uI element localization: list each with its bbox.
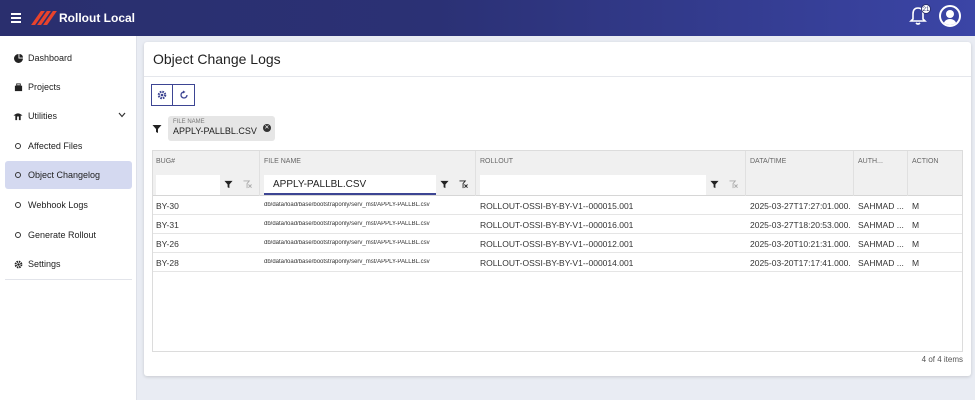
clear-filter-icon[interactable] [729, 180, 738, 189]
column-header-rollout[interactable]: ROLLOUT [480, 158, 513, 165]
cell-rollout: ROLLOUT-OSSI-BY-BY-V1--000014.001 [480, 258, 634, 268]
dashboard-icon [13, 53, 23, 63]
column-header-file-name[interactable]: FILE NAME [264, 158, 301, 165]
toolbar [151, 84, 195, 106]
circle-icon [13, 141, 23, 151]
cell-file-name: db/data/load/base/bootstraponly/serv_mst… [264, 240, 430, 246]
cell-file-name: db/data/load/base/bootstraponly/serv_mst… [264, 221, 430, 227]
changelog-grid: BUG# FILE NAME ROLLOUT DATA/TIME AUTH...… [152, 150, 963, 352]
column-header-author[interactable]: AUTH... [858, 158, 883, 165]
filter-chip-value: APPLY-PALLBL.CSV [173, 126, 257, 136]
notification-badge: 21 [921, 4, 931, 14]
sidebar-item-label: Settings [28, 259, 61, 269]
filter-icon [152, 124, 162, 133]
circle-icon [13, 200, 23, 210]
chevron-down-icon [118, 112, 126, 118]
page-title: Object Change Logs [153, 51, 281, 67]
cell-datetime: 2025-03-20T17:17:41.000... [750, 258, 851, 268]
cell-action: M [912, 239, 920, 249]
circle-icon [13, 230, 23, 240]
table-row[interactable]: BY-26 db/data/load/base/bootstraponly/se… [153, 234, 962, 253]
table-row[interactable]: BY-28 db/data/load/base/bootstraponly/se… [153, 253, 962, 272]
settings-icon [13, 259, 23, 269]
cell-rollout: ROLLOUT-OSSI-BY-BY-V1--000015.001 [480, 201, 634, 211]
filter-icon[interactable] [710, 180, 719, 189]
file-name-filter-input[interactable] [264, 175, 436, 195]
projects-icon [13, 82, 23, 92]
filter-icon[interactable] [440, 180, 449, 189]
sidebar-item-label: Projects [28, 82, 61, 92]
item-count: 4 of 4 items [921, 355, 963, 364]
column-header-action[interactable]: ACTION [912, 158, 938, 165]
clear-filter-icon[interactable] [243, 180, 252, 189]
cell-author: SAHMAD ... [858, 258, 904, 268]
notifications-button[interactable]: 21 [907, 4, 931, 27]
gear-icon [157, 90, 167, 100]
sidebar-item-generate-rollout[interactable]: Generate Rollout [5, 221, 132, 249]
sidebar-item-label: Generate Rollout [28, 230, 97, 240]
clear-filter-icon[interactable] [459, 180, 468, 189]
circle-icon [13, 170, 23, 180]
grid-header: BUG# FILE NAME ROLLOUT DATA/TIME AUTH...… [153, 151, 962, 196]
sidebar-item-affected-files[interactable]: Affected Files [5, 132, 132, 160]
sidebar-item-label: Object Changelog [28, 170, 101, 180]
active-filters: FILE NAME APPLY-PALLBL.CSV ✕ [152, 116, 275, 141]
cell-author: SAHMAD ... [858, 239, 904, 249]
sidebar-item-label: Utilities [28, 111, 58, 121]
cell-author: SAHMAD ... [858, 201, 904, 211]
logo-icon [31, 11, 57, 25]
table-row[interactable]: BY-31 db/data/load/base/bootstraponly/se… [153, 215, 962, 234]
user-avatar-icon[interactable] [939, 5, 961, 27]
rollout-filter-input[interactable] [480, 175, 706, 195]
cell-bug: BY-26 [156, 239, 179, 249]
column-header-bug[interactable]: BUG# [156, 158, 175, 165]
sidebar-item-settings[interactable]: Settings [5, 250, 132, 278]
cell-bug: BY-31 [156, 220, 179, 230]
cell-author: SAHMAD ... [858, 220, 904, 230]
close-icon[interactable]: ✕ [262, 124, 271, 132]
top-bar: Rollout Local 21 [0, 0, 975, 36]
sidebar-item-label: Dashboard [28, 53, 73, 63]
cell-action: M [912, 258, 920, 268]
sidebar-item-dashboard[interactable]: Dashboard [5, 44, 132, 72]
sidebar: Dashboard Projects Utilities Affected Fi… [0, 36, 137, 400]
refresh-icon [179, 90, 188, 99]
cell-datetime: 2025-03-27T17:27:01.000... [750, 201, 851, 211]
cell-rollout: ROLLOUT-OSSI-BY-BY-V1--000012.001 [480, 239, 634, 249]
bug-filter-input[interactable] [156, 175, 220, 195]
cell-bug: BY-28 [156, 258, 179, 268]
filter-chip[interactable]: FILE NAME APPLY-PALLBL.CSV ✕ [168, 116, 275, 141]
sidebar-item-webhook-logs[interactable]: Webhook Logs [5, 191, 132, 219]
sidebar-item-label: Affected Files [28, 141, 83, 151]
cell-file-name: db/data/load/base/bootstraponly/serv_mst… [264, 202, 430, 208]
sidebar-divider [5, 279, 132, 280]
filter-chip-label: FILE NAME [173, 119, 205, 125]
cell-action: M [912, 220, 920, 230]
cell-action: M [912, 201, 920, 211]
cell-bug: BY-30 [156, 201, 179, 211]
refresh-button[interactable] [173, 84, 195, 106]
divider [144, 76, 971, 77]
cell-rollout: ROLLOUT-OSSI-BY-BY-V1--000016.001 [480, 220, 634, 230]
sidebar-item-projects[interactable]: Projects [5, 73, 132, 101]
table-row[interactable]: BY-30 db/data/load/base/bootstraponly/se… [153, 196, 962, 215]
sidebar-item-utilities[interactable]: Utilities [5, 102, 132, 130]
sidebar-item-label: Webhook Logs [28, 200, 88, 210]
app-title: Rollout Local [59, 11, 135, 25]
filter-icon[interactable] [224, 180, 233, 189]
main-panel: Object Change Logs FILE NAME APPLY-PALLB… [144, 42, 971, 376]
cell-datetime: 2025-03-20T10:21:31.000... [750, 239, 851, 249]
settings-button[interactable] [151, 84, 173, 106]
cell-datetime: 2025-03-27T18:20:53.000... [750, 220, 851, 230]
sidebar-item-object-changelog[interactable]: Object Changelog [5, 161, 132, 189]
menu-icon[interactable] [11, 13, 21, 23]
cell-file-name: db/data/load/base/bootstraponly/serv_mst… [264, 259, 430, 265]
column-header-datetime[interactable]: DATA/TIME [750, 158, 786, 165]
utilities-icon [13, 111, 23, 121]
